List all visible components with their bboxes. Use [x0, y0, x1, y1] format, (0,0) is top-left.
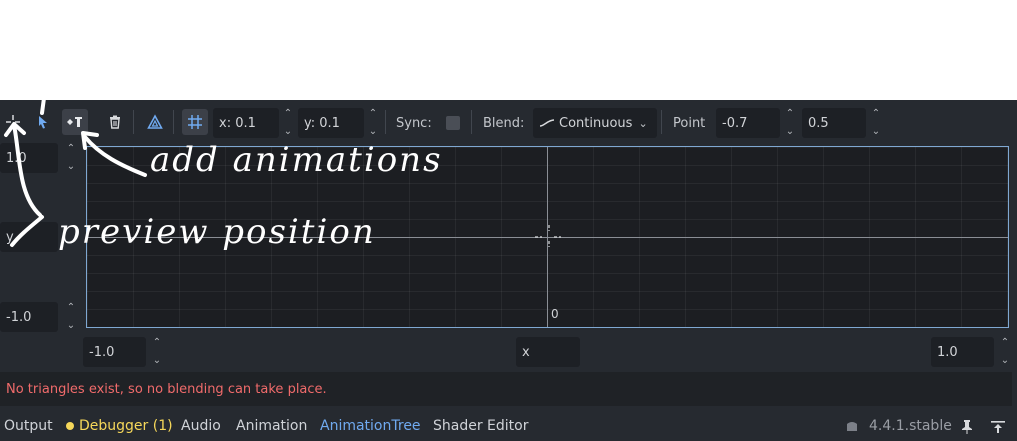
annotation-add-animations: add animations: [150, 140, 443, 180]
point-x-field[interactable]: -0.7: [716, 108, 780, 138]
toolbar-separator: [471, 110, 472, 134]
status-message: No triangles exist, so no blending can t…: [0, 372, 1012, 406]
blend-mode-dropdown[interactable]: Continuous ⌄: [533, 108, 657, 138]
toolbar-separator: [661, 110, 662, 134]
x-max-spinner[interactable]: ⌃ ⌄: [998, 337, 1012, 367]
expand-bottom-panel-icon[interactable]: [990, 419, 1006, 435]
toolbar-separator: [173, 110, 174, 134]
blend-label: Blend:: [483, 115, 525, 131]
origin-label: 0: [551, 307, 559, 321]
x-min-spinner[interactable]: ⌃ ⌄: [150, 337, 164, 367]
snap-y-spinner[interactable]: ⌃ ⌄: [366, 108, 380, 138]
version-label: 4.4.1.stable: [869, 418, 952, 434]
tab-debugger[interactable]: Debugger (1): [66, 414, 173, 438]
snap-grid-icon: [188, 115, 202, 129]
pin-icon[interactable]: [960, 419, 974, 435]
toolbar-separator: [385, 110, 386, 134]
tab-shader-editor[interactable]: Shader Editor: [433, 414, 528, 438]
sync-label: Sync:: [396, 115, 432, 131]
debugger-status-dot-icon: [66, 422, 74, 430]
snap-x-field[interactable]: x: 0.1: [213, 108, 279, 138]
point-x-spinner[interactable]: ⌃ ⌄: [783, 108, 797, 138]
snap-y-field[interactable]: y: 0.1: [298, 108, 364, 138]
point-label: Point: [673, 115, 706, 131]
y-min-spinner[interactable]: ⌃ ⌄: [64, 302, 78, 332]
x-label-field[interactable]: x: [516, 337, 580, 367]
continuous-curve-icon: [539, 119, 555, 127]
tab-animation[interactable]: Animation: [236, 414, 307, 438]
x-max-field[interactable]: 1.0: [931, 337, 994, 367]
godot-logo-icon: [847, 422, 857, 431]
tab-debugger-label: Debugger (1): [79, 418, 173, 434]
point-y-spinner[interactable]: ⌃ ⌄: [869, 108, 883, 138]
point-y-field[interactable]: 0.5: [802, 108, 866, 138]
snap-x-spinner[interactable]: ⌃ ⌄: [281, 108, 295, 138]
chevron-down-icon: ⌄: [638, 116, 648, 130]
blend-mode-value: Continuous: [559, 115, 633, 131]
y-min-field[interactable]: -1.0: [0, 302, 58, 332]
x-min-field[interactable]: -1.0: [83, 337, 146, 367]
snap-toggle-button[interactable]: [182, 109, 208, 135]
tab-output[interactable]: Output: [4, 414, 53, 438]
tab-audio[interactable]: Audio: [181, 414, 221, 438]
annotation-preview-position: preview position: [58, 212, 376, 252]
tab-animation-tree[interactable]: AnimationTree: [320, 414, 421, 438]
blend-position-marker[interactable]: [535, 223, 563, 251]
sync-checkbox[interactable]: [446, 116, 460, 130]
